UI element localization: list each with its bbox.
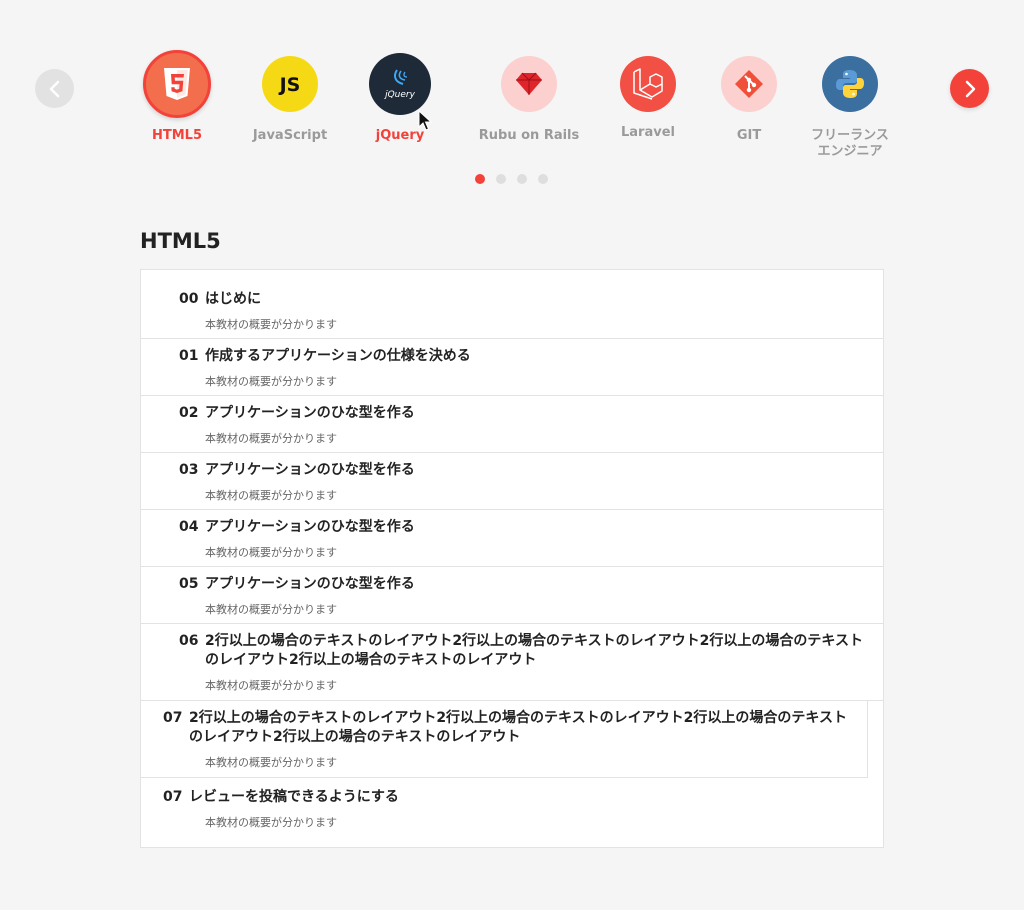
lesson-number: 03 xyxy=(179,462,199,478)
category-ruby-on-rails[interactable]: Rubu on Rails xyxy=(474,56,584,144)
lesson-title: アプリケーションのひな型を作る xyxy=(205,462,415,478)
category-laravel[interactable]: Laravel xyxy=(593,56,703,141)
lesson-title: アプリケーションのひな型を作る xyxy=(205,576,415,592)
pagination-dot-1[interactable] xyxy=(475,174,485,184)
lesson-number: 07 xyxy=(163,789,183,805)
lesson-description: 本教材の概要が分かります xyxy=(205,679,337,692)
lesson-description: 本教材の概要が分かります xyxy=(205,756,337,769)
category-label: フリーランス エンジニア xyxy=(811,128,889,159)
mouse-cursor-icon xyxy=(418,110,432,131)
lesson-title: 作成するアプリケーションの仕様を決める xyxy=(205,348,471,364)
lesson-item[interactable]: 07 2行以上の場合のテキストのレイアウト2行以上の場合のテキストのレイアウト2… xyxy=(141,701,868,778)
category-label: GIT xyxy=(736,128,762,143)
pagination-dot-4[interactable] xyxy=(538,174,548,184)
lesson-item[interactable]: 01 作成するアプリケーションの仕様を決める 本教材の概要が分かります xyxy=(141,339,883,396)
pagination-dot-2[interactable] xyxy=(496,174,506,184)
lesson-number: 07 xyxy=(163,710,183,726)
lesson-title: レビューを投稿できるようにする xyxy=(189,789,399,805)
lesson-title: アプリケーションのひな型を作る xyxy=(205,405,415,421)
lesson-description: 本教材の概要が分かります xyxy=(205,816,337,829)
category-label: jQuery xyxy=(375,128,425,143)
lesson-item[interactable]: 04 アプリケーションのひな型を作る 本教材の概要が分かります xyxy=(141,510,883,567)
section-title: HTML5 xyxy=(140,229,221,253)
lesson-description: 本教材の概要が分かります xyxy=(205,432,337,445)
category-label: JavaScript xyxy=(252,128,328,143)
ruby-icon xyxy=(501,56,557,112)
lesson-number: 04 xyxy=(179,519,199,535)
html5-icon xyxy=(143,50,211,118)
chevron-left-icon xyxy=(49,80,59,97)
category-git[interactable]: GIT xyxy=(694,56,804,144)
category-carousel: HTML5 JS JavaScript jQuery jQuery Rubu o… xyxy=(0,0,1024,200)
carousel-pagination xyxy=(475,174,548,184)
category-label: HTML5 xyxy=(151,128,202,143)
laravel-icon xyxy=(620,56,676,112)
lesson-title: はじめに xyxy=(205,291,261,307)
lesson-number: 06 xyxy=(179,633,199,649)
lesson-number: 05 xyxy=(179,576,199,592)
lesson-list: 00 はじめに 本教材の概要が分かります 01 作成するアプリケーションの仕様を… xyxy=(140,269,884,848)
category-freelance-engineer[interactable]: フリーランス エンジニア xyxy=(795,56,905,160)
lesson-item[interactable]: 03 アプリケーションのひな型を作る 本教材の概要が分かります xyxy=(141,453,883,510)
lesson-title: アプリケーションのひな型を作る xyxy=(205,519,415,535)
pagination-dot-3[interactable] xyxy=(517,174,527,184)
lesson-number: 02 xyxy=(179,405,199,421)
category-label: Rubu on Rails xyxy=(478,128,580,143)
carousel-next-button[interactable] xyxy=(950,69,989,108)
lesson-item[interactable]: 05 アプリケーションのひな型を作る 本教材の概要が分かります xyxy=(141,567,883,624)
category-jquery[interactable]: jQuery jQuery xyxy=(345,53,455,144)
svg-text:JS: JS xyxy=(278,74,301,96)
category-html5[interactable]: HTML5 xyxy=(122,50,232,144)
lesson-number: 00 xyxy=(179,291,199,307)
lesson-description: 本教材の概要が分かります xyxy=(205,603,337,616)
git-icon xyxy=(721,56,777,112)
lesson-description: 本教材の概要が分かります xyxy=(205,546,337,559)
lesson-item[interactable]: 07 レビューを投稿できるようにする 本教材の概要が分かります xyxy=(141,778,883,847)
lesson-description: 本教材の概要が分かります xyxy=(205,375,337,388)
lesson-item[interactable]: 06 2行以上の場合のテキストのレイアウト2行以上の場合のテキストのレイアウト2… xyxy=(141,624,883,701)
jquery-icon: jQuery xyxy=(369,53,431,115)
carousel-prev-button[interactable] xyxy=(35,69,74,108)
js-icon: JS xyxy=(262,56,318,112)
chevron-right-icon xyxy=(965,80,975,97)
category-label: Laravel xyxy=(621,125,675,140)
lesson-description: 本教材の概要が分かります xyxy=(205,318,337,331)
lesson-item[interactable]: 02 アプリケーションのひな型を作る 本教材の概要が分かります xyxy=(141,396,883,453)
python-icon xyxy=(822,56,878,112)
lesson-item[interactable]: 00 はじめに 本教材の概要が分かります xyxy=(141,270,883,339)
svg-text:jQuery: jQuery xyxy=(383,90,416,100)
category-javascript[interactable]: JS JavaScript xyxy=(235,56,345,144)
lesson-title: 2行以上の場合のテキストのレイアウト2行以上の場合のテキストのレイアウト2行以上… xyxy=(189,710,847,745)
lesson-title: 2行以上の場合のテキストのレイアウト2行以上の場合のテキストのレイアウト2行以上… xyxy=(205,633,863,668)
lesson-description: 本教材の概要が分かります xyxy=(205,489,337,502)
lesson-number: 01 xyxy=(179,348,199,364)
